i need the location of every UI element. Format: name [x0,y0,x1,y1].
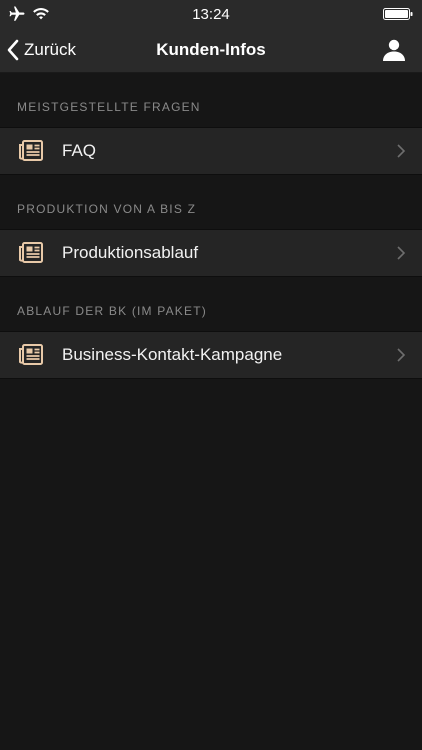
list-item-label: FAQ [62,141,97,160]
chevron-right-icon [397,348,405,362]
list-item-faq[interactable]: FAQ [0,127,422,175]
chevron-right-icon [397,246,405,260]
status-time: 13:24 [192,6,230,23]
navigation-bar: Zurück Kunden-Infos [0,28,422,73]
back-button-label: Zurück [24,40,76,59]
list-item-label: Business-Kontakt-Kampagne [62,345,283,364]
user-icon[interactable] [382,38,406,62]
list-item-label: Produktionsablauf [62,243,199,262]
content-list: MEISTGESTELLTE FRAGEN FAQ PRODUKTION VON… [0,73,422,379]
status-bar: 13:24 [0,0,422,28]
section-header-faq: MEISTGESTELLTE FRAGEN [17,100,201,114]
screen: 13:24 Zurück Kunden-Infos MEISTGESTELLTE… [0,0,422,750]
newspaper-icon [19,242,43,263]
newspaper-icon [19,140,43,161]
list-item-produktionsablauf[interactable]: Produktionsablauf [0,229,422,277]
section-header-produktion: PRODUKTION VON A BIS Z [17,202,197,216]
battery-icon [383,8,413,20]
chevron-right-icon [397,144,405,158]
chevron-left-icon [7,39,19,61]
list-item-business-kontakt-kampagne[interactable]: Business-Kontakt-Kampagne [0,331,422,379]
section-header-ablauf: ABLAUF DER BK (IM PAKET) [17,304,207,318]
newspaper-icon [19,344,43,365]
back-button[interactable]: Zurück [6,28,76,72]
